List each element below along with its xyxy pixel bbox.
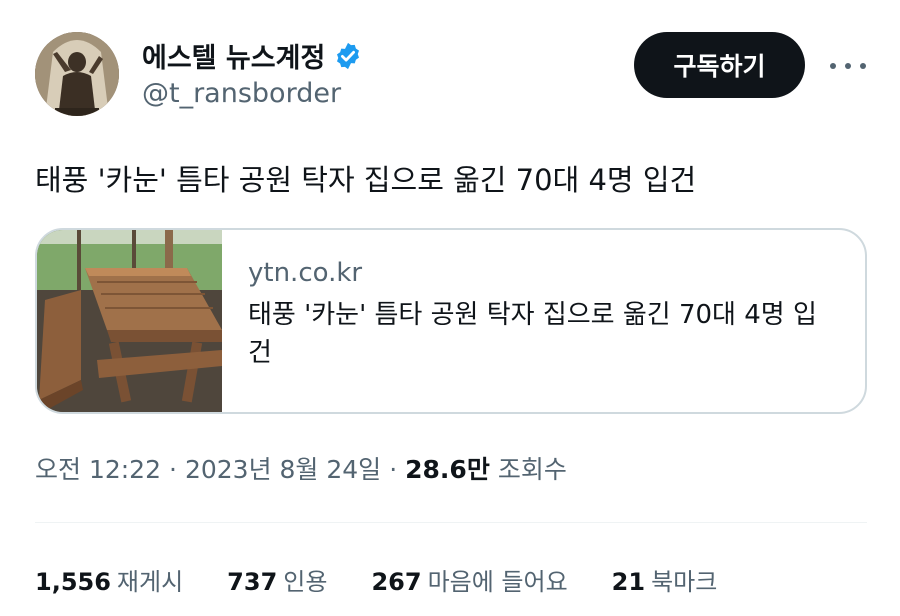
card-domain: ytn.co.kr	[248, 258, 363, 288]
statue-avatar-image	[35, 32, 119, 116]
stat-count: 1,556	[35, 568, 111, 596]
more-dot	[860, 63, 866, 69]
tweet-meta: 오전 12:22 · 2023년 8월 24일 · 28.6만 조회수	[35, 450, 567, 486]
user-handle[interactable]: @t_ransborder	[142, 78, 341, 109]
avatar[interactable]	[35, 32, 119, 116]
stat-label: 북마크	[651, 568, 718, 596]
meta-separator: ·	[389, 455, 398, 484]
tweet-time[interactable]: 오전 12:22	[35, 450, 161, 486]
stat-count: 267	[371, 568, 422, 596]
more-dot	[830, 63, 836, 69]
card-title: 태풍 '카눈' 틈타 공원 탁자 집으로 옮긴 70대 4명 입건	[248, 300, 817, 368]
stat-count: 21	[611, 568, 646, 596]
stat-reposts[interactable]: 1,556 재게시	[35, 562, 183, 597]
views-label: 조회수	[497, 455, 567, 484]
link-card[interactable]: ytn.co.kr 태풍 '카눈' 틈타 공원 탁자 집으로 옮긴 70대 4명…	[35, 228, 867, 414]
stat-label: 인용	[283, 568, 328, 596]
tweet-text: 태풍 '카눈' 틈타 공원 탁자 집으로 옮긴 70대 4명 입건	[35, 163, 697, 197]
stat-label: 재게시	[116, 568, 184, 596]
engagement-stats: 1,556 재게시 737 인용 267 마음에 들어요 21 북마크	[35, 562, 761, 597]
verified-badge-icon	[337, 42, 360, 69]
display-name-text: 에스텔 뉴스계정	[142, 43, 326, 74]
stat-label: 마음에 들어요	[427, 568, 568, 596]
more-dot	[845, 63, 851, 69]
more-options-icon[interactable]	[830, 54, 866, 78]
follow-button[interactable]: 구독하기	[634, 32, 805, 98]
stat-quotes[interactable]: 737 인용	[227, 562, 327, 597]
tweet-date[interactable]: 2023년 8월 24일	[185, 450, 381, 486]
display-name[interactable]: 에스텔 뉴스계정	[142, 36, 363, 75]
picnic-table-photo	[37, 230, 222, 412]
divider	[35, 522, 867, 523]
stat-count: 737	[227, 568, 278, 596]
meta-separator: ·	[169, 455, 177, 484]
stat-likes[interactable]: 267 마음에 들어요	[371, 562, 567, 597]
stat-bookmarks[interactable]: 21 북마크	[612, 562, 718, 597]
views-count: 28.6만	[405, 455, 490, 484]
